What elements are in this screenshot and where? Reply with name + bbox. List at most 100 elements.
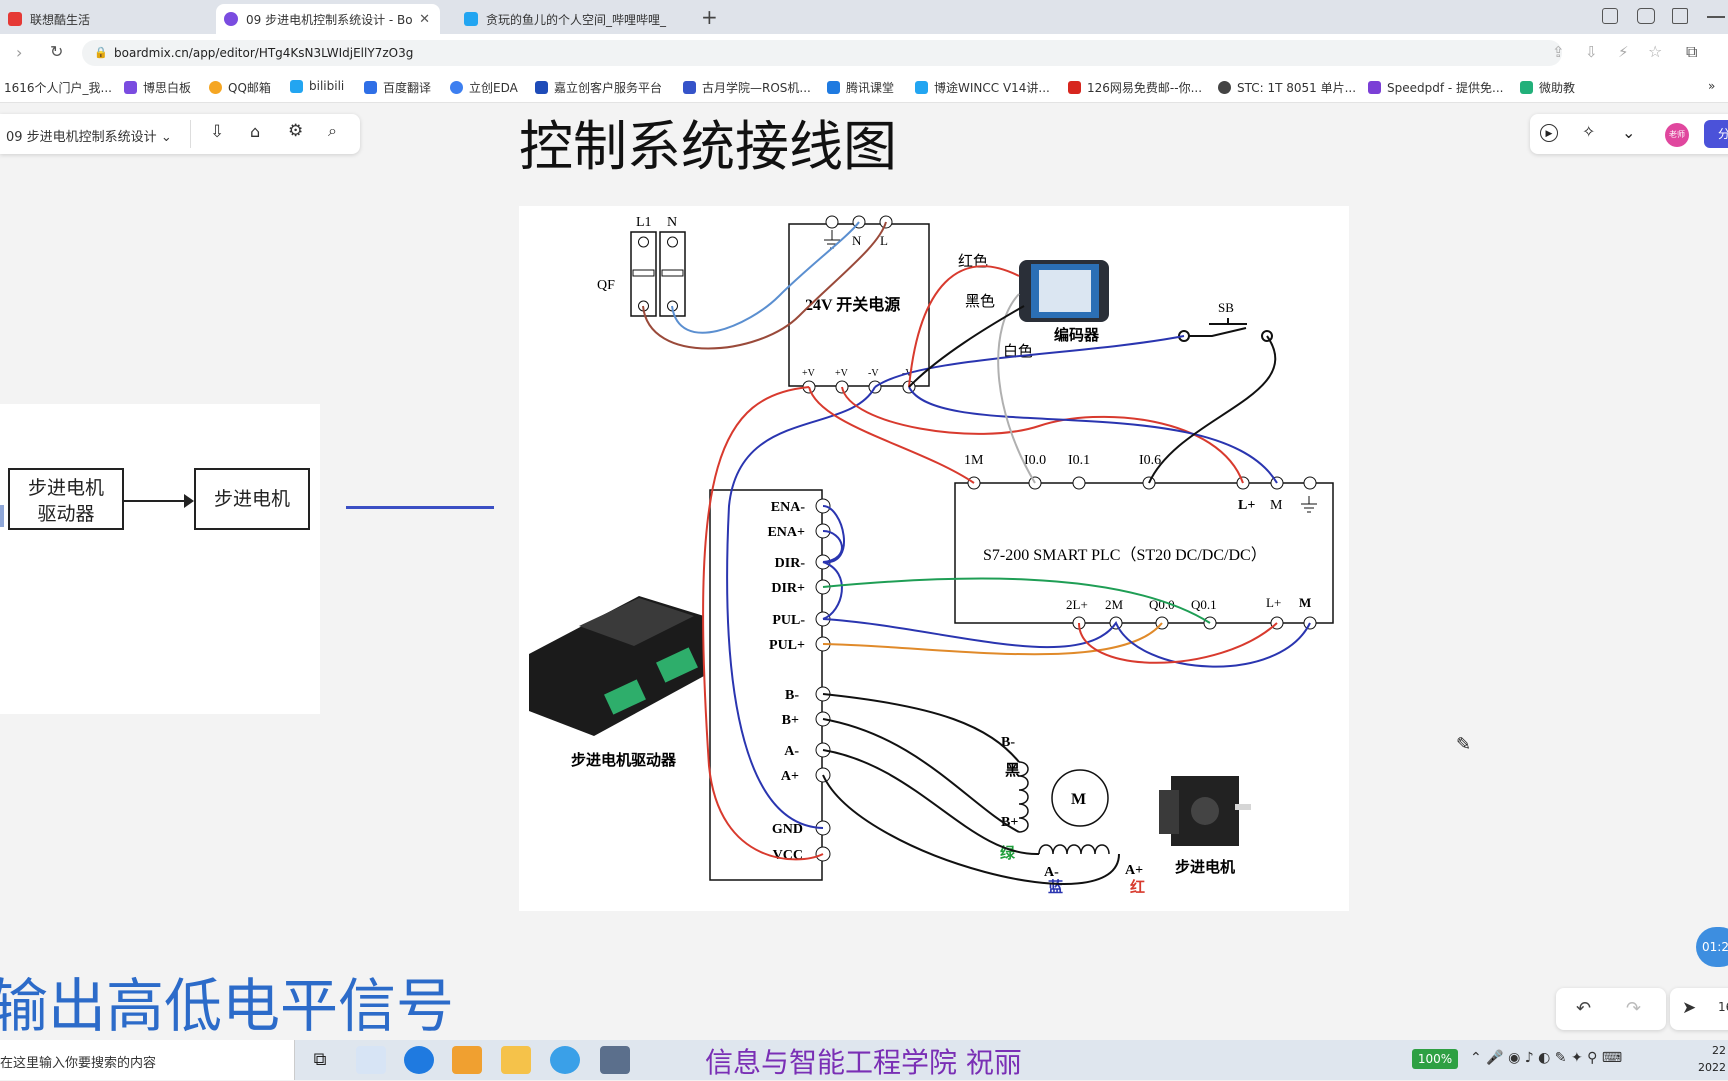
celebrate-icon[interactable]: ✧ (1582, 122, 1595, 141)
bookmark-item[interactable]: 1616个人门户_我... (4, 79, 112, 96)
jlc-icon (535, 81, 548, 94)
bilibili-icon (915, 81, 928, 94)
document-title[interactable]: 09 步进电机控制系统设计 ⌄ (6, 126, 172, 145)
driver-terminal-label: ENA+ (767, 525, 805, 540)
lock-icon: 🔒 (94, 46, 108, 59)
slide-title: 控制系统接线图 (519, 115, 897, 178)
clock[interactable]: 22 2022 (1698, 1042, 1726, 1076)
forward-icon[interactable]: › (16, 43, 22, 62)
qf-label-l1: L1 (636, 215, 652, 230)
bookmark-item[interactable]: 腾讯课堂 (827, 79, 894, 96)
connector-line[interactable] (346, 506, 494, 509)
psu-l-terminal (879, 215, 893, 229)
share-page-icon[interactable]: ⇪ (1552, 43, 1565, 61)
plc-top-label: 1M (964, 453, 984, 468)
timer-badge[interactable]: 01:2 (1696, 927, 1728, 967)
bookmark-item[interactable]: 立创EDA (450, 79, 518, 96)
driver-terminal-label: DIR+ (771, 581, 805, 596)
address-bar-row: › ↻ 🔒 boardmix.cn/app/editor/HTg4KsN3LWI… (0, 34, 1728, 72)
psu-n-label: N (852, 233, 862, 248)
driver-terminal-label: ENA- (771, 500, 806, 515)
tag-icon[interactable]: ⌂ (250, 122, 260, 141)
bookmark-item[interactable]: QQ邮箱 (209, 79, 271, 96)
plc-label: S7-200 SMART PLC（ST20 DC/DC/DC） (983, 546, 1267, 564)
bookmark-item[interactable]: 微助教 (1520, 79, 1575, 96)
avatar[interactable]: 老师 (1665, 123, 1689, 147)
motor-label: 步进电机 (1175, 858, 1235, 876)
more-bookmarks-icon[interactable]: » (1708, 79, 1715, 93)
bolt-icon[interactable]: ⚡ (1618, 43, 1629, 61)
bookmark-item[interactable]: 嘉立创客户服务平台 (535, 79, 662, 96)
plc-bottom-label: 2L+ (1066, 597, 1088, 612)
chat-icon[interactable] (550, 1046, 580, 1074)
redo-icon[interactable]: ↷ (1626, 998, 1641, 1019)
bookmark-item[interactable]: 古月学院—ROS机... (683, 79, 811, 96)
undo-icon[interactable]: ↶ (1576, 998, 1591, 1019)
coil-label: B- (1001, 735, 1015, 750)
psu-term-label: +V (802, 368, 816, 379)
qf-breaker (630, 231, 686, 317)
reload-icon[interactable]: ↻ (50, 42, 63, 61)
collapse-icon[interactable]: ⌄ (1622, 123, 1635, 142)
tab-lenovo[interactable]: 联想酷生活 (0, 4, 210, 34)
left-marker (0, 505, 4, 527)
coil-label: A+ (1125, 863, 1143, 878)
screen-recorder-icon[interactable] (600, 1046, 630, 1074)
editor-toolbar: 09 步进电机控制系统设计 ⌄ ⇩ ⌂ ⚙ ⌕ (0, 114, 360, 154)
plc-top-label: L+ (1238, 498, 1255, 513)
sidebar-icon[interactable] (1637, 8, 1655, 24)
sb-label: SB (1218, 300, 1234, 315)
translate-icon (364, 81, 377, 94)
arrow-line (124, 500, 188, 502)
pencil-icon: ✎ (1456, 734, 1472, 755)
new-tab-button[interactable]: + (701, 5, 718, 29)
speedpdf-icon (1368, 81, 1381, 94)
settings-icon[interactable]: ⚙ (288, 121, 303, 141)
footer-text: 信息与智能工程学院 祝丽 (705, 1046, 1022, 1079)
wiring-diagram: L1 N QF N L 24V 开关电源 +V +V -V -V 红色 黑色 白… (519, 206, 1349, 911)
edge-icon[interactable] (404, 1046, 434, 1074)
close-tab-icon[interactable]: ✕ (419, 12, 430, 27)
plc-top-label: I0.0 (1024, 453, 1046, 468)
search-icon[interactable]: ⌕ (328, 121, 337, 141)
download-icon[interactable]: ⇩ (1585, 43, 1598, 61)
tab-bilibili[interactable]: 贪玩的鱼儿的个人空间_哔哩哔哩_ (456, 4, 692, 34)
play-icon[interactable]: ▶ (1540, 124, 1558, 142)
star-icon[interactable]: ☆ (1648, 42, 1662, 61)
folder-icon[interactable] (501, 1046, 531, 1074)
share-button[interactable]: 分 (1704, 120, 1728, 148)
bilibili-icon (290, 79, 303, 93)
driver-terminal-label: B+ (782, 713, 799, 728)
bookmark-item[interactable]: 126网易免费邮--你... (1068, 79, 1202, 96)
bookmark-item[interactable]: STC: 1T 8051 单片... (1218, 79, 1356, 96)
bookmark-item[interactable]: 博思白板 (124, 79, 191, 96)
tray-icons[interactable]: ⌃ 🎤 ◉ ♪ ◐ ✎ ✦ ⚲ ⌨ (1470, 1050, 1622, 1066)
stepper-motor-image (1159, 776, 1251, 846)
encoder-image (1019, 260, 1109, 322)
app-icon[interactable] (356, 1046, 386, 1074)
coil-color-label: 蓝 (1048, 878, 1063, 896)
zoom-level[interactable]: 16 (1718, 1000, 1728, 1014)
bookmark-item[interactable]: 博途WINCC V14讲... (915, 79, 1050, 96)
task-view-icon[interactable]: ⧉ (305, 1046, 335, 1074)
tab-actions-icon[interactable] (1602, 8, 1618, 24)
bookmark-item[interactable]: 百度翻译 (364, 79, 431, 96)
driver-terminal-label: PUL- (772, 613, 805, 628)
cursor-icon[interactable]: ➤ (1682, 998, 1696, 1018)
tab-title: 联想酷生活 (30, 12, 91, 27)
block-diagram-panel: 步进电机 驱动器 步进电机 (0, 404, 320, 714)
tab-boardmix[interactable]: 09 步进电机控制系统设计 - Bo ✕ (216, 4, 440, 34)
bookmark-item[interactable]: Speedpdf - 提供免... (1368, 79, 1503, 96)
collab-toolbar: ▶ ✧ ⌄ 老师 分 (1530, 114, 1728, 154)
download-icon[interactable]: ⇩ (210, 122, 224, 142)
taskbar-search[interactable]: 在这里输入你要搜索的内容 (0, 1040, 295, 1080)
url-field[interactable]: 🔒 boardmix.cn/app/editor/HTg4KsN3LWIdjEl… (82, 40, 1562, 66)
guyue-icon (683, 81, 696, 94)
browser-tab-bar: 联想酷生活 09 步进电机控制系统设计 - Bo ✕ 贪玩的鱼儿的个人空间_哔哩… (0, 0, 1728, 34)
puzzle-icon[interactable]: ⧉ (1686, 42, 1697, 62)
bookmark-item[interactable]: bilibili (290, 79, 344, 93)
extension-icon[interactable] (1672, 8, 1688, 24)
minimize-icon[interactable] (1707, 16, 1725, 18)
battery-indicator[interactable]: 100% (1412, 1049, 1458, 1069)
wps-icon[interactable] (452, 1046, 482, 1074)
